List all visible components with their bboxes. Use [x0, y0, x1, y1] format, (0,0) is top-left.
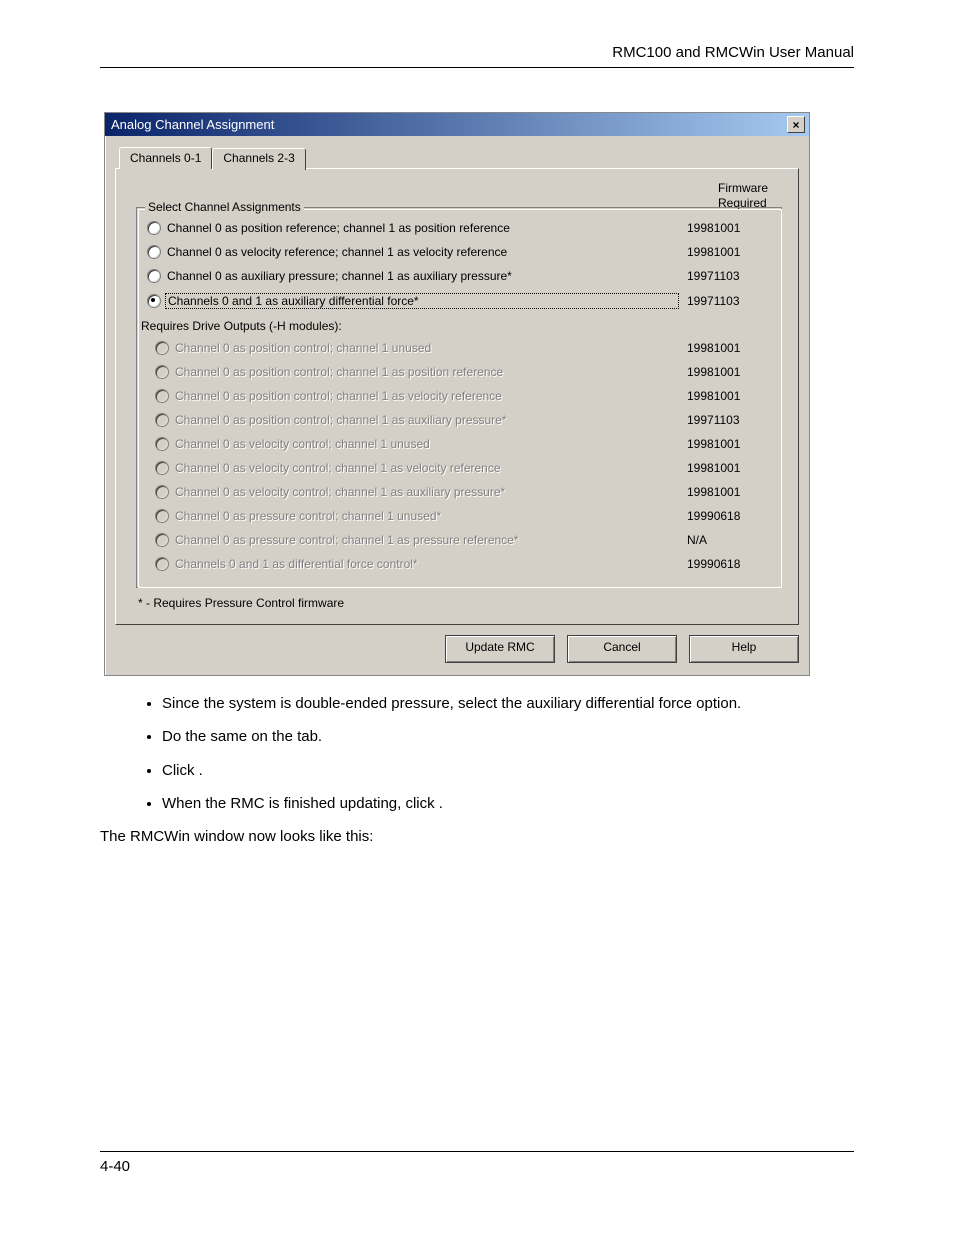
- cancel-button[interactable]: Cancel: [567, 635, 677, 663]
- radio-icon: [147, 245, 161, 259]
- radio-option-disabled: Channel 0 as position control; channel 1…: [155, 413, 777, 427]
- radio-icon: [155, 533, 169, 547]
- radio-icon: [147, 294, 161, 308]
- dialog-title: Analog Channel Assignment: [111, 117, 274, 132]
- doc-bullet: Since the system is double-ended pressur…: [162, 694, 854, 714]
- tab-panel: Firmware Required Select Channel Assignm…: [115, 168, 799, 625]
- radio-option-disabled: Channel 0 as velocity control; channel 1…: [155, 461, 777, 475]
- radio-option-disabled: Channel 0 as velocity control; channel 1…: [155, 485, 777, 499]
- tab-channels-2-3[interactable]: Channels 2-3: [212, 148, 305, 170]
- doc-header: RMC100 and RMCWin User Manual: [100, 44, 854, 68]
- radio-icon: [155, 389, 169, 403]
- radio-icon: [155, 461, 169, 475]
- radio-icon: [155, 509, 169, 523]
- page-footer: 4-40: [100, 1151, 854, 1175]
- groupbox-title: Select Channel Assignments: [145, 200, 304, 214]
- radio-option-disabled: Channel 0 as position control; channel 1…: [155, 341, 777, 355]
- radio-option[interactable]: Channel 0 as velocity reference; channel…: [147, 245, 777, 259]
- group-select-channel-assignments: Select Channel Assignments Channel 0 as …: [136, 207, 782, 588]
- doc-bullet: Click .: [162, 761, 854, 781]
- radio-option-selected[interactable]: Channels 0 and 1 as auxiliary differenti…: [147, 293, 777, 309]
- doc-bullet: Do the same on the tab.: [162, 727, 854, 747]
- radio-option-disabled: Channel 0 as velocity control; channel 1…: [155, 437, 777, 451]
- radio-icon: [147, 269, 161, 283]
- doc-body-text: Since the system is double-ended pressur…: [100, 694, 854, 847]
- subgroup-header: Requires Drive Outputs (-H modules):: [141, 319, 777, 333]
- close-button[interactable]: ×: [787, 116, 805, 133]
- update-rmc-button[interactable]: Update RMC: [445, 635, 555, 663]
- radio-icon: [155, 341, 169, 355]
- footnote: * - Requires Pressure Control firmware: [138, 596, 782, 610]
- radio-option-disabled: Channel 0 as position control; channel 1…: [155, 365, 777, 379]
- radio-icon: [155, 557, 169, 571]
- radio-option-disabled: Channel 0 as position control; channel 1…: [155, 389, 777, 403]
- radio-option[interactable]: Channel 0 as position reference; channel…: [147, 221, 777, 235]
- tab-channels-0-1[interactable]: Channels 0-1: [119, 147, 212, 169]
- radio-icon: [155, 413, 169, 427]
- button-row: Update RMC Cancel Help: [115, 635, 799, 663]
- close-icon: ×: [792, 119, 799, 131]
- radio-option[interactable]: Channel 0 as auxiliary pressure; channel…: [147, 269, 777, 283]
- tabs: Channels 0-1 Channels 2-3: [119, 146, 799, 168]
- radio-icon: [155, 437, 169, 451]
- doc-paragraph: The RMCWin window now looks like this:: [100, 827, 854, 847]
- radio-option-disabled: Channels 0 and 1 as differential force c…: [155, 557, 777, 571]
- radio-icon: [155, 365, 169, 379]
- help-button[interactable]: Help: [689, 635, 799, 663]
- radio-icon: [147, 221, 161, 235]
- dialog-titlebar: Analog Channel Assignment ×: [105, 113, 809, 136]
- radio-option-disabled: Channel 0 as pressure control; channel 1…: [155, 509, 777, 523]
- doc-bullet: When the RMC is finished updating, click…: [162, 794, 854, 814]
- radio-option-disabled: Channel 0 as pressure control; channel 1…: [155, 533, 777, 547]
- radio-icon: [155, 485, 169, 499]
- page-number: 4-40: [100, 1158, 130, 1175]
- dialog-analog-channel-assignment: Analog Channel Assignment × Channels 0-1…: [104, 112, 810, 676]
